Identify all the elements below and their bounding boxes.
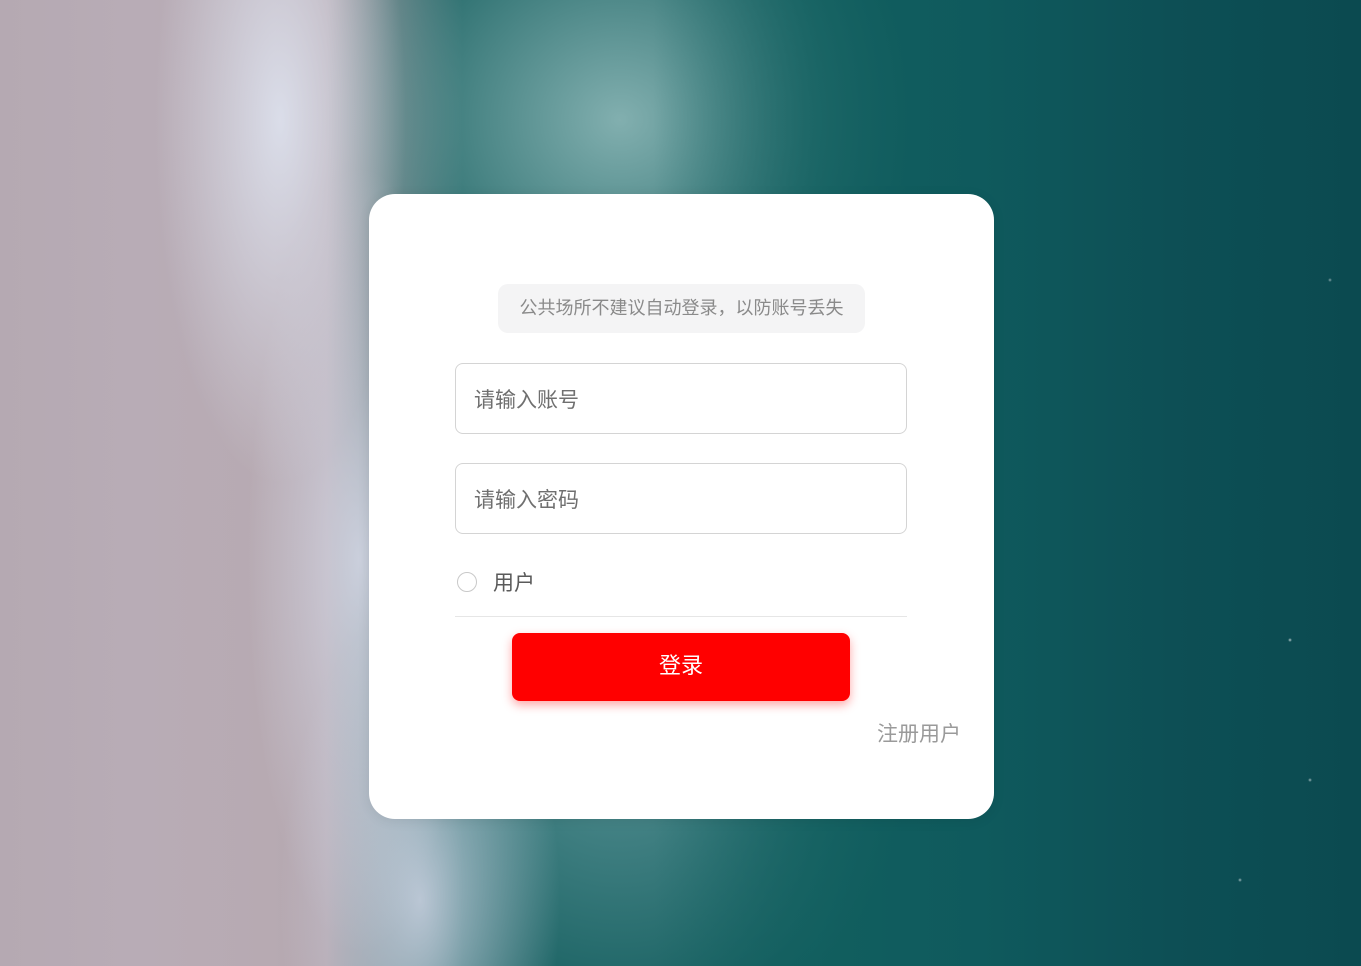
login-card: 公共场所不建议自动登录，以防账号丢失 用户 登录 注册用户 [369,194,994,819]
password-field[interactable] [455,463,907,535]
divider [455,616,907,617]
account-field[interactable] [455,363,907,435]
account-input[interactable] [472,364,896,435]
register-link[interactable]: 注册用户 [877,718,961,748]
user-radio[interactable] [457,572,477,592]
security-notice: 公共场所不建议自动登录，以防账号丢失 [498,284,865,333]
role-user-option[interactable]: 用户 [457,568,535,596]
user-radio-label: 用户 [493,571,535,595]
login-button[interactable]: 登录 [512,633,850,701]
password-input[interactable] [472,464,896,535]
